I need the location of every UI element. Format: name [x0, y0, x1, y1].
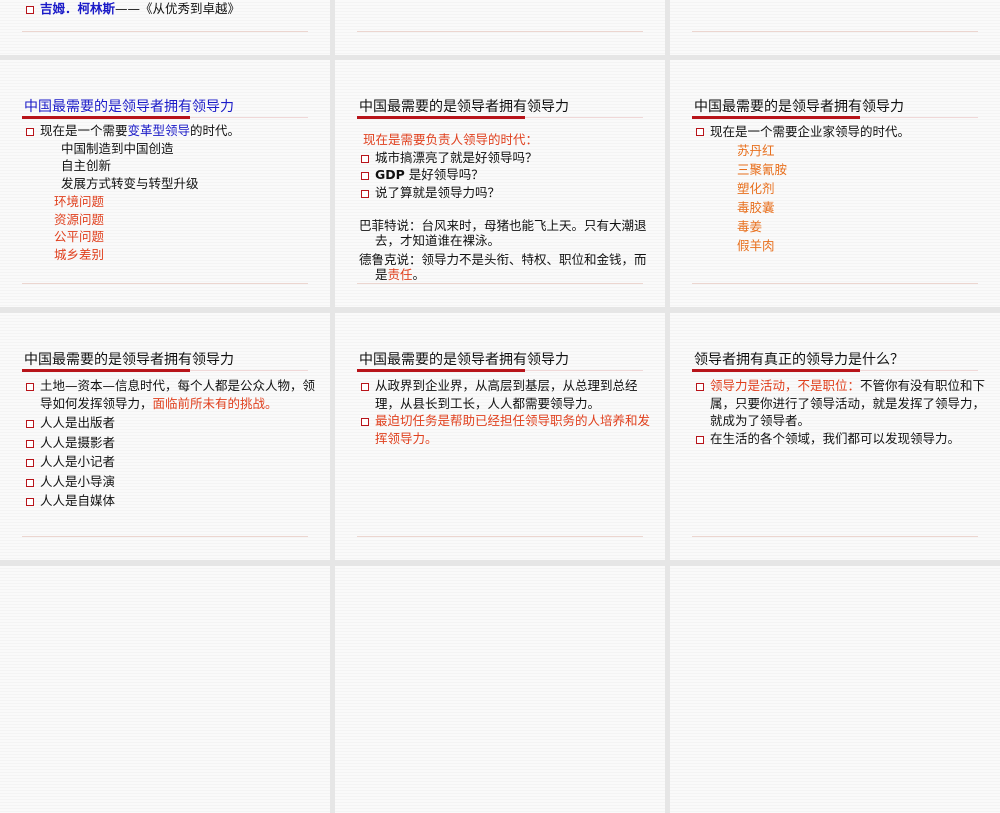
list-item: 说了算就是领导力吗？ [359, 184, 651, 202]
divider [357, 283, 643, 284]
title-underline [22, 369, 190, 372]
slide-title: 中国最需要的是领导者拥有领导力 [24, 352, 234, 368]
sub-item: 公平问题 [54, 229, 105, 245]
sub-item: 环境问题 [54, 193, 105, 209]
list-item: 城市搞漂亮了就是好领导吗？ [359, 149, 651, 167]
author-name: 吉姆．柯林斯 [40, 1, 116, 16]
slide-thumbnail[interactable] [0, 566, 330, 813]
slide-thumbnail[interactable]: 领导者拥有真正的领导力是什么？ 领导力是活动，不是职位：不管你有没有职位和下属，… [670, 313, 1000, 560]
list-item: 现在是一个需要变革型领导的时代。 [24, 122, 316, 140]
divider [692, 283, 978, 284]
text: GDP [375, 167, 405, 182]
divider [692, 31, 978, 32]
list-item: 吉姆．柯林斯——《从优秀到卓越》 [24, 0, 316, 18]
title-rule [860, 117, 978, 118]
text: 。 [412, 267, 426, 282]
highlight: 领导力是活动，不是职位： [710, 378, 861, 393]
divider [357, 31, 643, 32]
slide-title: 中国最需要的是领导者拥有领导力 [694, 99, 904, 115]
divider [692, 536, 978, 537]
list-item: 土地—资本—信息时代，每个人都是公众人物，领导如何发挥领导力，面临前所未有的挑战… [24, 377, 316, 412]
list-item: 现在是一个需要企业家领导的时代。 [694, 122, 986, 141]
sub-item: 发展方式转变与转型升级 [61, 176, 199, 192]
slide-thumbnail[interactable]: 吉姆．柯林斯——《从优秀到卓越》 [0, 0, 330, 55]
text: 是好领导吗？ [404, 167, 484, 182]
title-rule [860, 370, 978, 371]
sub-item: 三聚氰胺 [737, 162, 788, 177]
slide-thumbnail[interactable] [670, 566, 1000, 813]
title-rule [190, 117, 308, 118]
title-underline [692, 116, 860, 119]
list-item: 人人是摄影者 [24, 434, 316, 452]
list-item: GDP 是好领导吗？ [359, 166, 651, 184]
book-title: ——《从优秀到卓越》 [115, 1, 241, 16]
text: 的时代。 [190, 123, 241, 138]
slide-title: 领导者拥有真正的领导力是什么？ [694, 352, 904, 368]
text: 现在是一个需要 [40, 123, 128, 138]
title-underline [22, 116, 190, 119]
slide-body: 吉姆．柯林斯——《从优秀到卓越》 [24, 0, 316, 18]
title-underline [357, 369, 525, 372]
slide-title: 中国最需要的是领导者拥有领导力 [359, 99, 569, 115]
slide-thumbnail[interactable] [335, 566, 665, 813]
sub-item: 毒姜 [737, 219, 763, 234]
sub-item: 毒胶囊 [737, 200, 775, 215]
divider [22, 536, 308, 537]
list-item: 人人是自媒体 [24, 492, 316, 510]
sub-item: 中国制造到中国创造 [61, 140, 174, 156]
list-item: 人人是出版者 [24, 414, 316, 432]
slide-thumbnail[interactable]: 中国最需要的是领导者拥有领导力 现在是一个需要企业家领导的时代。 苏丹红 三聚氰… [670, 60, 1000, 307]
highlight: 面临前所未有的挑战。 [152, 395, 278, 411]
list-item: 人人是小记者 [24, 453, 316, 471]
slide-thumbnail[interactable] [335, 0, 665, 55]
slide-thumbnail[interactable] [670, 0, 1000, 55]
title-rule [525, 117, 643, 118]
divider [22, 283, 308, 284]
highlight: 变革型领导 [127, 123, 191, 138]
sub-item: 城乡差别 [54, 246, 105, 262]
list-item: 从政界到企业界，从高层到基层，从总理到总经理，从县长到工长，人人都需要领导力。 [359, 377, 651, 412]
sub-item: 苏丹红 [737, 143, 775, 158]
list-item: 人人是小导演 [24, 473, 316, 491]
list-item: 最迫切任务是帮助已经担任领导职务的人培养和发挥领导力。 [359, 412, 651, 447]
title-rule [525, 370, 643, 371]
highlight: 责任 [387, 267, 413, 282]
slide-thumbnail[interactable]: 中国最需要的是领导者拥有领导力 土地—资本—信息时代，每个人都是公众人物，领导如… [0, 313, 330, 560]
title-underline [357, 116, 525, 119]
slide-thumbnail[interactable]: 中国最需要的是领导者拥有领导力 现在是需要负责人领导的时代： 城市搞漂亮了就是好… [335, 60, 665, 307]
divider [22, 31, 308, 32]
sub-item: 塑化剂 [737, 181, 775, 196]
list-item: 领导力是活动，不是职位：不管你有没有职位和下属，只要你进行了领导活动，就是发挥了… [694, 377, 986, 430]
slide-title: 中国最需要的是领导者拥有领导力 [359, 352, 569, 368]
title-underline [692, 369, 860, 372]
divider [357, 536, 643, 537]
title-rule [190, 370, 308, 371]
sub-item: 假羊肉 [737, 238, 775, 253]
slide-thumbnail[interactable]: 中国最需要的是领导者拥有领导力 现在是一个需要变革型领导的时代。 中国制造到中国… [0, 60, 330, 307]
quote: 德鲁克说：领导力不是头衔、特权、职位和金钱，而是责任。 [359, 252, 651, 282]
list-item: 在生活的各个领域，我们都可以发现领导力。 [694, 430, 986, 448]
slide-title: 中国最需要的是领导者拥有领导力 [24, 99, 234, 115]
slide-thumbnail[interactable]: 中国最需要的是领导者拥有领导力 从政界到企业界，从高层到基层，从总理到总经理，从… [335, 313, 665, 560]
sub-item: 资源问题 [54, 211, 105, 227]
subheading: 现在是需要负责人领导的时代： [363, 132, 539, 147]
sub-item: 自主创新 [61, 158, 112, 174]
quote: 巴菲特说：台风来时，母猪也能飞上天。只有大潮退去，才知道谁在裸泳。 [359, 218, 647, 248]
